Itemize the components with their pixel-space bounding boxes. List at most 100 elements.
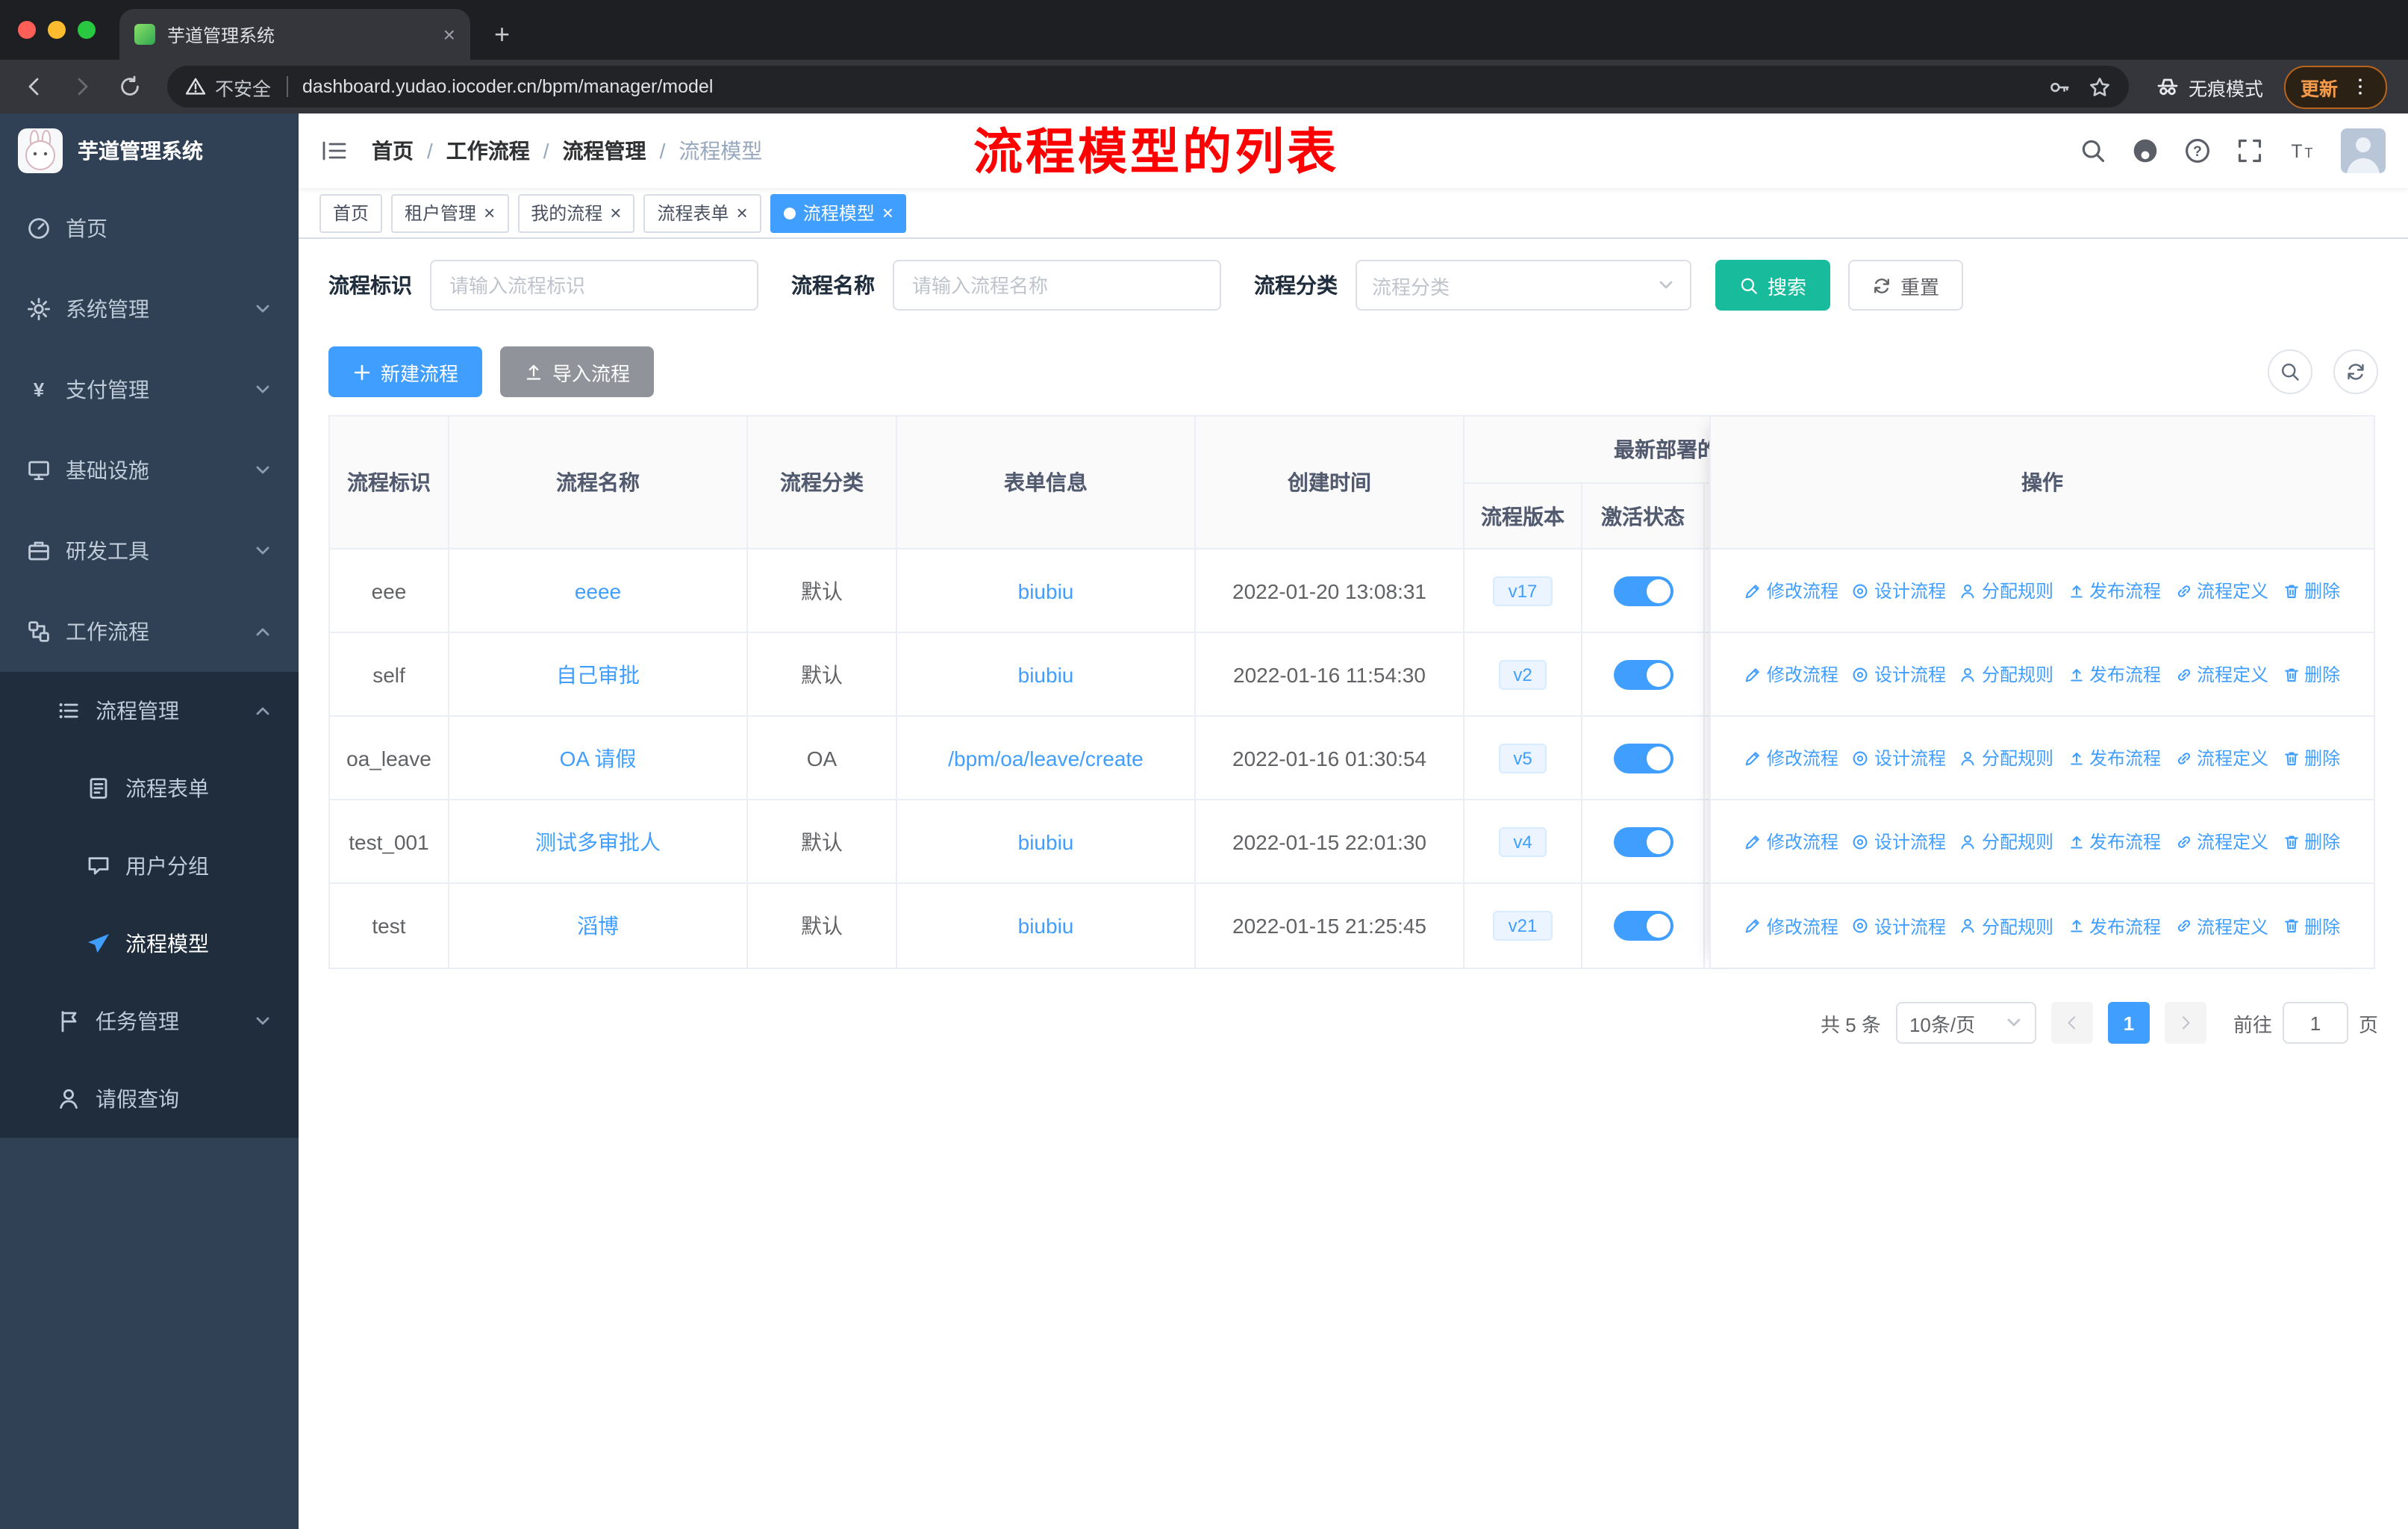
breadcrumb-item-workflow[interactable]: 工作流程 bbox=[446, 136, 530, 166]
action-delete[interactable]: 删除 bbox=[2282, 661, 2340, 687]
action-delete[interactable]: 删除 bbox=[2282, 829, 2340, 854]
action-modify[interactable]: 修改流程 bbox=[1744, 913, 1838, 938]
form-info-link[interactable]: /bpm/oa/leave/create bbox=[948, 746, 1144, 770]
goto-page-input[interactable] bbox=[2282, 1002, 2348, 1044]
active-toggle[interactable] bbox=[1613, 826, 1673, 856]
form-info-link[interactable]: biubiu bbox=[1018, 579, 1074, 602]
active-toggle[interactable] bbox=[1613, 743, 1673, 773]
action-design[interactable]: 设计流程 bbox=[1852, 913, 1946, 938]
search-button[interactable]: 搜索 bbox=[1715, 260, 1831, 311]
sidebar-item-process-management[interactable]: 流程管理 bbox=[0, 672, 299, 750]
action-definition[interactable]: 流程定义 bbox=[2174, 578, 2268, 603]
back-button[interactable] bbox=[12, 64, 57, 109]
breadcrumb-item-home[interactable]: 首页 bbox=[372, 136, 414, 166]
sidebar-toggle-icon[interactable] bbox=[321, 137, 348, 164]
action-assign-rule[interactable]: 分配规则 bbox=[1959, 578, 2053, 603]
fullscreen-icon[interactable] bbox=[2236, 137, 2263, 164]
close-icon[interactable]: × bbox=[484, 203, 495, 222]
form-info-link[interactable]: biubiu bbox=[1018, 829, 1074, 853]
action-delete[interactable]: 删除 bbox=[2282, 578, 2340, 603]
create-process-button[interactable]: 新建流程 bbox=[328, 346, 483, 397]
github-icon[interactable] bbox=[2132, 137, 2159, 164]
page-1-button[interactable]: 1 bbox=[2107, 1002, 2150, 1044]
action-assign-rule[interactable]: 分配规则 bbox=[1959, 913, 2053, 938]
table-refresh-button[interactable] bbox=[2333, 349, 2378, 394]
sidebar-item-leave-query[interactable]: 请假查询 bbox=[0, 1060, 299, 1138]
tag-my-process[interactable]: 我的流程 × bbox=[517, 193, 635, 232]
tag-tenant-management[interactable]: 租户管理 × bbox=[391, 193, 509, 232]
action-assign-rule[interactable]: 分配规则 bbox=[1959, 661, 2053, 687]
action-modify[interactable]: 修改流程 bbox=[1744, 578, 1838, 603]
action-delete[interactable]: 删除 bbox=[2282, 745, 2340, 770]
action-definition[interactable]: 流程定义 bbox=[2174, 913, 2268, 938]
tag-process-model[interactable]: 流程模型 × bbox=[770, 193, 907, 232]
process-category-select[interactable]: 流程分类 bbox=[1356, 260, 1691, 311]
sidebar-item-system-management[interactable]: 系统管理 bbox=[0, 269, 299, 349]
address-bar[interactable]: 不安全 dashboard.yudao.iocoder.cn/bpm/manag… bbox=[167, 66, 2129, 108]
zoom-window-button[interactable] bbox=[78, 21, 96, 39]
action-modify[interactable]: 修改流程 bbox=[1744, 661, 1838, 687]
action-publish[interactable]: 发布流程 bbox=[2067, 578, 2161, 603]
help-icon[interactable]: ? bbox=[2184, 137, 2211, 164]
bookmark-star-icon[interactable] bbox=[2089, 75, 2111, 98]
action-publish[interactable]: 发布流程 bbox=[2067, 745, 2161, 770]
browser-update-chip[interactable]: 更新 bbox=[2283, 65, 2387, 108]
close-window-button[interactable] bbox=[18, 21, 36, 39]
sidebar-item-process-model[interactable]: 流程模型 bbox=[0, 905, 299, 983]
model-name-link[interactable]: 测试多审批人 bbox=[535, 826, 661, 856]
action-design[interactable]: 设计流程 bbox=[1852, 829, 1946, 854]
process-id-input[interactable] bbox=[430, 260, 758, 311]
app-logo[interactable]: 芋道管理系统 bbox=[0, 113, 299, 188]
model-name-link[interactable]: 自己审批 bbox=[556, 659, 640, 689]
sidebar-item-payment-management[interactable]: ¥ 支付管理 bbox=[0, 349, 299, 430]
sidebar-item-user-group[interactable]: 用户分组 bbox=[0, 827, 299, 905]
action-assign-rule[interactable]: 分配规则 bbox=[1959, 829, 2053, 854]
sidebar-item-workflow[interactable]: 工作流程 bbox=[0, 591, 299, 672]
sidebar-item-dev-tools[interactable]: 研发工具 bbox=[0, 511, 299, 591]
close-icon[interactable]: × bbox=[610, 203, 621, 222]
form-info-link[interactable]: biubiu bbox=[1018, 662, 1074, 686]
close-icon[interactable]: × bbox=[737, 203, 748, 222]
prev-page-button[interactable] bbox=[2050, 1002, 2093, 1044]
action-design[interactable]: 设计流程 bbox=[1852, 578, 1946, 603]
action-publish[interactable]: 发布流程 bbox=[2067, 829, 2161, 854]
action-definition[interactable]: 流程定义 bbox=[2174, 745, 2268, 770]
page-size-select[interactable]: 10条/页 bbox=[1895, 1002, 2036, 1044]
user-avatar[interactable] bbox=[2341, 128, 2386, 173]
model-name-link[interactable]: 滔博 bbox=[577, 911, 619, 941]
action-definition[interactable]: 流程定义 bbox=[2174, 661, 2268, 687]
action-publish[interactable]: 发布流程 bbox=[2067, 913, 2161, 938]
new-tab-button[interactable]: + bbox=[494, 21, 510, 48]
browser-tab[interactable]: 芋道管理系统 × bbox=[119, 9, 470, 60]
next-page-button[interactable] bbox=[2164, 1002, 2206, 1044]
model-name-link[interactable]: OA 请假 bbox=[560, 743, 637, 773]
font-size-icon[interactable]: TT bbox=[2289, 137, 2315, 164]
action-delete[interactable]: 删除 bbox=[2282, 913, 2340, 938]
reload-button[interactable] bbox=[107, 64, 152, 109]
forward-button[interactable] bbox=[60, 64, 105, 109]
action-modify[interactable]: 修改流程 bbox=[1744, 745, 1838, 770]
reset-button[interactable]: 重置 bbox=[1848, 260, 1964, 311]
sidebar-item-infrastructure[interactable]: 基础设施 bbox=[0, 430, 299, 511]
tag-home[interactable]: 首页 bbox=[319, 193, 383, 232]
process-name-input[interactable] bbox=[893, 260, 1221, 311]
action-modify[interactable]: 修改流程 bbox=[1744, 829, 1838, 854]
menu-dots-icon[interactable] bbox=[2350, 76, 2371, 97]
tag-process-form[interactable]: 流程表单 × bbox=[643, 193, 761, 232]
search-icon[interactable] bbox=[2080, 137, 2106, 164]
action-publish[interactable]: 发布流程 bbox=[2067, 661, 2161, 687]
import-process-button[interactable]: 导入流程 bbox=[500, 346, 655, 397]
action-assign-rule[interactable]: 分配规则 bbox=[1959, 745, 2053, 770]
form-info-link[interactable]: biubiu bbox=[1018, 914, 1074, 938]
model-name-link[interactable]: eeee bbox=[575, 579, 621, 602]
active-toggle[interactable] bbox=[1613, 576, 1673, 605]
sidebar-item-home[interactable]: 首页 bbox=[0, 188, 299, 269]
action-definition[interactable]: 流程定义 bbox=[2174, 829, 2268, 854]
minimize-window-button[interactable] bbox=[48, 21, 66, 39]
sidebar-item-process-form[interactable]: 流程表单 bbox=[0, 750, 299, 827]
sidebar-item-task-management[interactable]: 任务管理 bbox=[0, 983, 299, 1060]
close-icon[interactable]: × bbox=[882, 203, 893, 222]
breadcrumb-item-process-management[interactable]: 流程管理 bbox=[563, 136, 646, 166]
active-toggle[interactable] bbox=[1613, 659, 1673, 689]
key-icon[interactable] bbox=[2048, 75, 2071, 98]
